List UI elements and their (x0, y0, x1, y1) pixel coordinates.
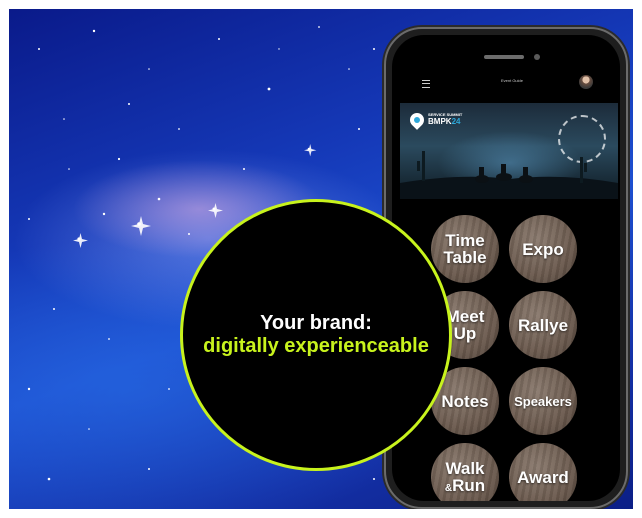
callout-heading: Your brand: (260, 312, 372, 334)
brand-title: BMPK24 (428, 117, 460, 126)
tile-award[interactable]: Award (509, 443, 577, 501)
tile-time-table[interactable]: Time Table (431, 215, 499, 283)
menu-icon[interactable] (422, 80, 430, 88)
app-title: Event Guide (500, 78, 523, 83)
brand-callout-circle: Your brand: digitally experienceable (180, 199, 452, 471)
riders-illustration (400, 151, 618, 199)
hero-banner: Event Guide SERVICE SUMMIT BMPK24 Time T… (9, 9, 633, 509)
camera-icon (534, 54, 540, 60)
brand-main: BMPK (428, 117, 452, 126)
tile-speakers[interactable]: Speakers (509, 367, 577, 435)
speaker-grille (484, 55, 524, 59)
event-banner: SERVICE SUMMIT BMPK24 (400, 103, 618, 199)
brand-accent: 24 (451, 117, 461, 126)
tile-expo[interactable]: Expo (509, 215, 577, 283)
tile-rallye[interactable]: Rallye (509, 291, 577, 359)
location-pin-icon (407, 110, 427, 130)
tile-walk-run[interactable]: Walk &Run (431, 443, 499, 501)
avatar[interactable] (579, 75, 593, 89)
callout-tagline: digitally experienceable (203, 335, 429, 357)
